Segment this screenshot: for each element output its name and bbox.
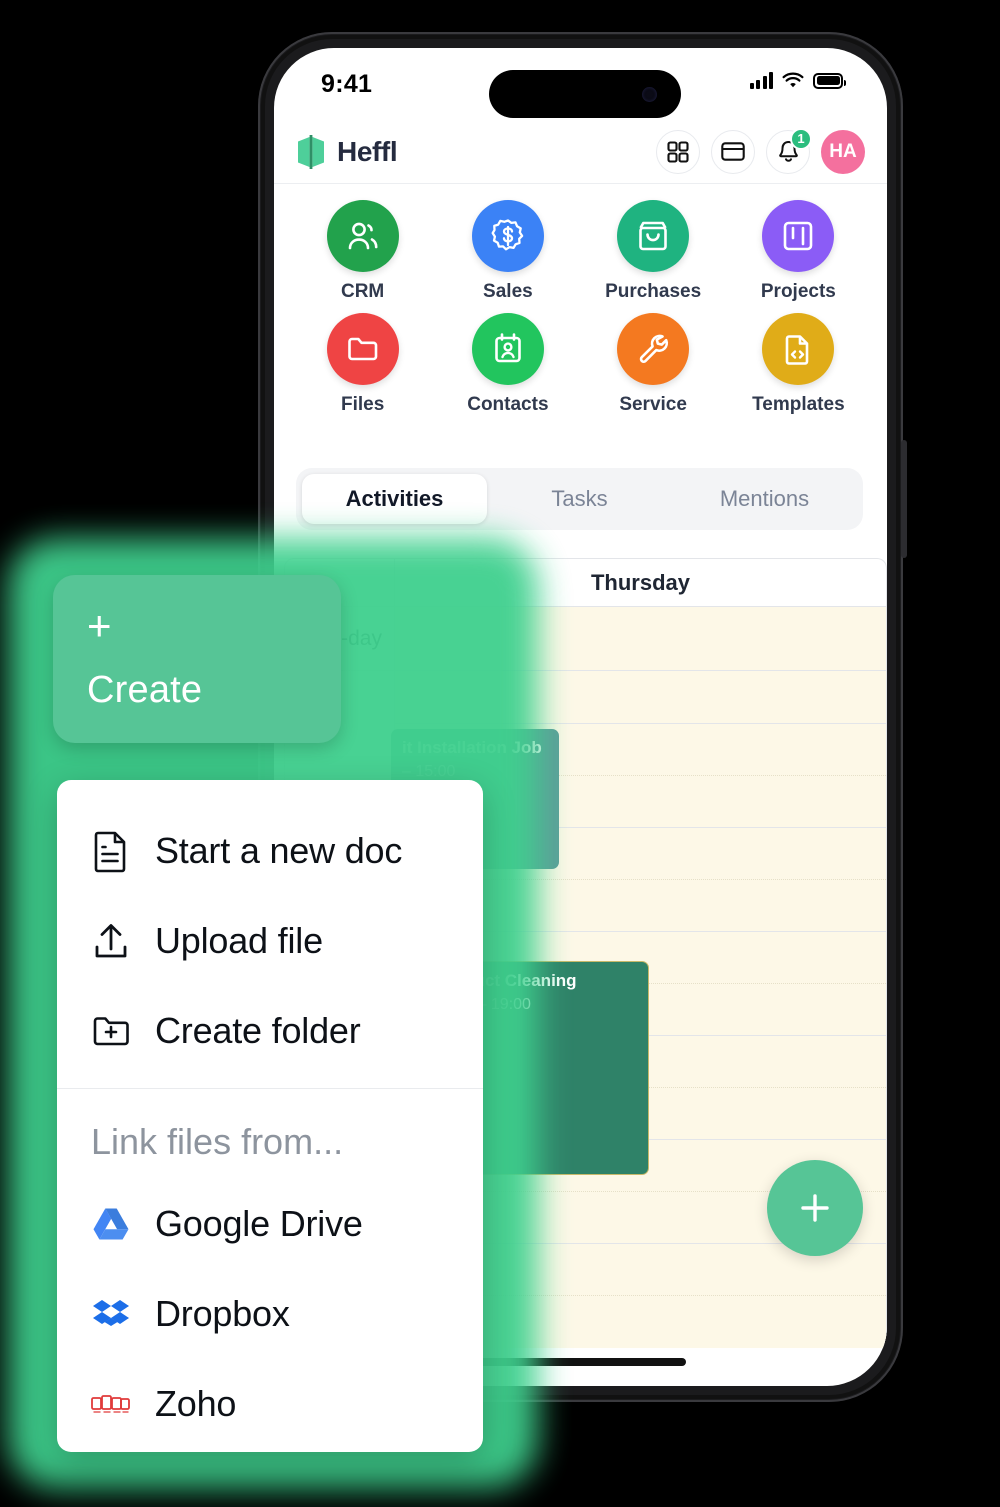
menu-divider: [57, 1088, 483, 1089]
menu-item-zoho[interactable]: Zoho: [57, 1359, 483, 1449]
app-icon-bg: [326, 200, 399, 272]
menu-item-label: Zoho: [155, 1383, 237, 1424]
billing-button[interactable]: [711, 129, 755, 174]
menu-item-label: Google Drive: [155, 1203, 363, 1244]
tab-mentions[interactable]: Mentions: [672, 474, 857, 524]
battery-icon: [813, 72, 846, 89]
app-header: Heffl 1 HA: [274, 120, 887, 184]
apps-grid-button[interactable]: [656, 129, 700, 174]
upload-icon: [95, 924, 127, 958]
notification-badge: 1: [790, 127, 812, 150]
folder-plus-icon: [93, 1017, 129, 1046]
wifi-icon: [782, 72, 804, 88]
app-icon-bg: [617, 313, 690, 385]
app-icon-bg: [471, 313, 544, 385]
menu-item-google-drive[interactable]: Google Drive: [57, 1179, 483, 1269]
app-icon-bg: [617, 200, 690, 272]
credit-card-icon: [721, 142, 745, 161]
app-tile-templates[interactable]: Templates: [726, 313, 871, 416]
menu-item-label: Create folder: [155, 1010, 361, 1051]
tab-bar: Activities Tasks Mentions: [296, 468, 863, 530]
cellular-signal-icon: [749, 72, 773, 89]
apps-grid-icon: [667, 140, 689, 163]
tab-activities[interactable]: Activities: [302, 474, 487, 524]
code-file-icon: [786, 335, 809, 365]
header-actions: 1 HA: [656, 127, 865, 174]
menu-item-label: Dropbox: [155, 1293, 290, 1334]
menu-item-dropbox[interactable]: Dropbox: [57, 1269, 483, 1359]
menu-item-create-folder[interactable]: Create folder: [57, 986, 483, 1076]
google-drive-icon: [93, 1208, 129, 1240]
menu-item-upload-file[interactable]: Upload file: [57, 896, 483, 986]
app-tile-contacts[interactable]: Contacts: [435, 313, 580, 416]
brand-name: Heffl: [337, 135, 398, 167]
avatar[interactable]: HA: [821, 129, 865, 174]
dynamic-island: [489, 70, 681, 118]
app-label: Files: [340, 394, 385, 415]
notifications-button[interactable]: 1: [766, 127, 812, 174]
app-label: Contacts: [467, 394, 549, 415]
app-label: Templates: [752, 394, 845, 415]
app-tile-crm[interactable]: CRM: [290, 200, 435, 303]
menu-item-start-new-doc[interactable]: Start a new doc: [57, 806, 483, 896]
folder-icon: [347, 337, 377, 361]
dollar-badge-icon: [491, 219, 524, 251]
status-bar: 9:41: [274, 48, 887, 120]
app-tile-files[interactable]: Files: [290, 313, 435, 416]
front-camera-icon: [642, 87, 657, 102]
app-label: Purchases: [605, 281, 702, 302]
create-button-label: Create: [87, 669, 203, 711]
app-tile-sales[interactable]: Sales: [435, 200, 580, 303]
app-icon-bg: [762, 200, 835, 272]
create-button[interactable]: + Create: [53, 575, 341, 743]
app-label: Service: [619, 394, 687, 415]
app-icon-bg: [471, 200, 544, 272]
app-icon-bg: [326, 313, 399, 385]
app-tile-service[interactable]: Service: [581, 313, 726, 416]
app-label: Projects: [760, 281, 836, 302]
add-event-fab[interactable]: [767, 1160, 863, 1256]
app-icon-bg: [762, 313, 835, 385]
contact-card-icon: [495, 333, 521, 363]
app-label: CRM: [340, 281, 385, 302]
heffl-logo-icon: [298, 134, 324, 169]
status-time: 9:41: [321, 70, 373, 98]
zoho-icon: [91, 1395, 130, 1413]
users-icon: [348, 222, 378, 250]
status-indicators: [749, 72, 846, 89]
plus-icon: +: [87, 602, 112, 649]
tab-tasks[interactable]: Tasks: [487, 474, 672, 524]
link-files-section-title: Link files from...: [91, 1121, 344, 1162]
phone-power-button[interactable]: [901, 440, 907, 558]
menu-item-label: Upload file: [155, 920, 323, 961]
kanban-board-icon: [784, 221, 813, 251]
create-menu: Start a new doc Upload file Create folde…: [57, 780, 483, 1452]
app-tile-purchases[interactable]: Purchases: [581, 200, 726, 303]
app-grid: CRM Sales Purchases Projects Files Conta…: [274, 184, 887, 420]
menu-item-label: Start a new doc: [155, 830, 403, 871]
screenshot-root: 9:41 Heffl 1 HA CRM Sales Purchases Proj…: [0, 0, 1000, 1507]
shopping-bag-icon: [639, 221, 667, 251]
dropbox-icon: [93, 1300, 129, 1326]
wrench-icon: [639, 334, 669, 363]
app-tile-projects[interactable]: Projects: [726, 200, 871, 303]
brand[interactable]: Heffl: [296, 133, 398, 171]
document-icon: [94, 831, 126, 873]
plus-icon: [801, 1194, 829, 1222]
app-label: Sales: [483, 281, 533, 302]
